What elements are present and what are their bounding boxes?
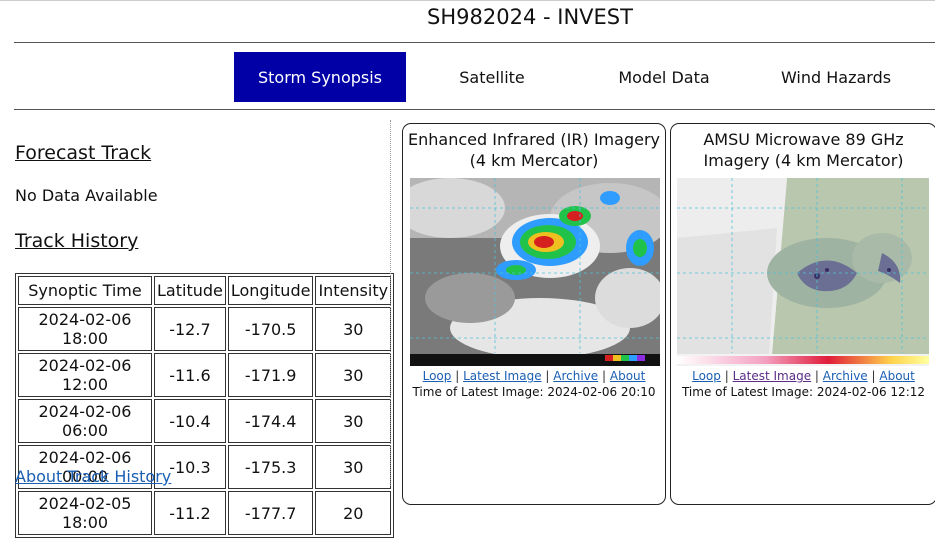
link-separator: | <box>455 369 460 383</box>
link-separator: | <box>545 369 550 383</box>
cell-longitude: -175.3 <box>227 445 314 489</box>
link-separator: | <box>871 369 876 383</box>
amsu-loop-link[interactable]: Loop <box>692 369 721 383</box>
table-row: 2024-02-06 06:00 -10.4 -174.4 30 <box>18 399 392 443</box>
forecast-track-heading[interactable]: Forecast Track <box>15 142 151 164</box>
amsu-imagery-panel: AMSU Microwave 89 GHz Imagery (4 km Merc… <box>670 123 935 505</box>
ir-panel-title: Enhanced Infrared (IR) Imagery (4 km Mer… <box>408 130 660 170</box>
table-header-row: Synoptic Time Latitude Longitude Intensi… <box>18 276 392 305</box>
column-separator <box>390 120 391 486</box>
cell-latitude: -10.4 <box>154 399 226 443</box>
cell-longitude: -171.9 <box>227 353 314 397</box>
about-track-history-link[interactable]: About Track History <box>15 467 171 486</box>
amsu-links: Loop | Latest Image | Archive | About <box>671 369 935 383</box>
column-header: Latitude <box>154 276 226 305</box>
ir-about-link[interactable]: About <box>610 369 645 383</box>
amsu-panel-title: AMSU Microwave 89 GHz Imagery (4 km Merc… <box>703 130 904 170</box>
tab-satellite[interactable]: Satellite <box>406 52 578 102</box>
divider-nav <box>14 109 935 110</box>
link-separator: | <box>602 369 607 383</box>
cell-time: 2024-02-05 18:00 <box>18 491 152 535</box>
column-header: Intensity <box>315 276 392 305</box>
link-separator: | <box>814 369 819 383</box>
forecast-status: No Data Available <box>15 186 158 205</box>
tab-storm-synopsis[interactable]: Storm Synopsis <box>234 52 406 102</box>
amsu-microwave-image[interactable] <box>677 178 929 366</box>
tab-wind-hazards[interactable]: Wind Hazards <box>750 52 922 102</box>
cell-intensity: 30 <box>315 307 392 351</box>
cell-longitude: -170.5 <box>227 307 314 351</box>
cell-intensity: 30 <box>315 445 392 489</box>
cell-longitude: -174.4 <box>227 399 314 443</box>
cell-time: 2024-02-06 18:00 <box>18 307 152 351</box>
table-row: 2024-02-05 18:00 -11.2 -177.7 20 <box>18 491 392 535</box>
amsu-latest-image-link[interactable]: Latest Image <box>733 369 811 383</box>
cell-latitude: -12.7 <box>154 307 226 351</box>
page-title: SH982024 - INVEST <box>427 5 633 29</box>
ir-links: Loop | Latest Image | Archive | About <box>403 369 665 383</box>
cell-time: 2024-02-06 06:00 <box>18 399 152 443</box>
table-row: 2024-02-06 18:00 -12.7 -170.5 30 <box>18 307 392 351</box>
amsu-archive-link[interactable]: Archive <box>823 369 868 383</box>
ir-latest-time: Time of Latest Image: 2024-02-06 20:10 <box>412 385 656 399</box>
ir-satellite-image[interactable] <box>410 178 660 366</box>
cell-intensity: 20 <box>315 491 392 535</box>
cell-latitude: -11.6 <box>154 353 226 397</box>
cell-intensity: 30 <box>315 399 392 443</box>
table-row: 2024-02-06 12:00 -11.6 -171.9 30 <box>18 353 392 397</box>
ir-archive-link[interactable]: Archive <box>553 369 598 383</box>
column-header: Synoptic Time <box>18 276 152 305</box>
track-history-heading[interactable]: Track History <box>15 230 138 252</box>
cell-intensity: 30 <box>315 353 392 397</box>
cell-latitude: -11.2 <box>154 491 226 535</box>
link-separator: | <box>724 369 729 383</box>
ir-loop-link[interactable]: Loop <box>423 369 452 383</box>
cell-longitude: -177.7 <box>227 491 314 535</box>
cell-time: 2024-02-06 12:00 <box>18 353 152 397</box>
amsu-about-link[interactable]: About <box>879 369 914 383</box>
divider-top <box>14 42 935 43</box>
ir-latest-image-link[interactable]: Latest Image <box>463 369 541 383</box>
tab-model-data[interactable]: Model Data <box>578 52 750 102</box>
column-header: Longitude <box>227 276 314 305</box>
ir-imagery-panel: Enhanced Infrared (IR) Imagery (4 km Mer… <box>402 123 666 505</box>
amsu-latest-time: Time of Latest Image: 2024-02-06 12:12 <box>681 385 926 399</box>
track-history-table: Synoptic Time Latitude Longitude Intensi… <box>15 273 395 538</box>
